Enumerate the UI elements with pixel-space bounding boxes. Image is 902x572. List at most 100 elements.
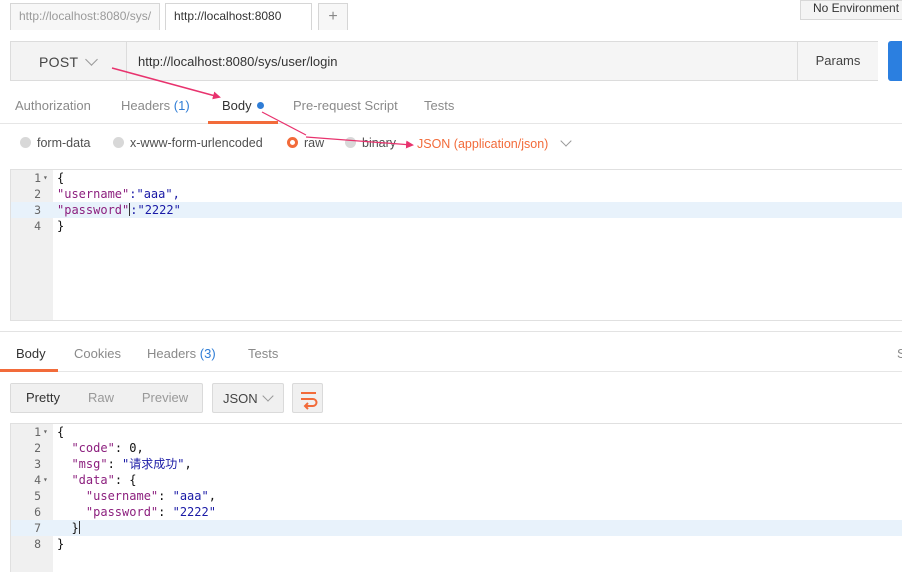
response-tabs: Body Cookies Headers (3) Tests S [0, 340, 902, 372]
radio-urlencoded-label: x-www-form-urlencoded [130, 136, 263, 150]
tab-prerequest-script[interactable]: Pre-request Script [293, 98, 398, 113]
code-line: 1 ▾ { [11, 170, 902, 186]
params-button[interactable]: Params [797, 42, 878, 80]
code-line: 6 "password": "2222" [11, 504, 902, 520]
json-key: "username" [57, 187, 130, 201]
headers-count-badge: (1) [173, 98, 190, 113]
response-type-dropdown[interactable]: JSON [212, 383, 284, 413]
radio-icon [20, 137, 31, 148]
json-key: "msg" [71, 457, 108, 471]
new-tab-button[interactable]: + [318, 3, 348, 30]
code-line: 2 "code": 0, [11, 440, 902, 456]
code-line: 1 ▾ { [11, 424, 902, 440]
tab-authorization[interactable]: Authorization [15, 98, 91, 113]
request-tab-strip: http://localhost:8080/sys/ http://localh… [0, 0, 902, 30]
response-headers-label: Headers [147, 346, 197, 361]
code-text: "password":"2222" [57, 202, 181, 218]
method-label: POST [39, 54, 79, 70]
fold-arrow-icon[interactable]: ▾ [43, 170, 48, 186]
json-key: "username" [85, 489, 159, 503]
line-number: 4 [34, 219, 41, 233]
response-divider [0, 331, 902, 332]
radio-form-data[interactable]: form-data [20, 136, 91, 150]
code-text: "code": 0, [71, 441, 144, 455]
json-value: :"aaa", [129, 187, 180, 201]
json-value: "2222" [172, 505, 216, 519]
response-tab-headers[interactable]: Headers (3) [147, 346, 216, 361]
tab-body[interactable]: Body [222, 98, 264, 113]
request-body-editor[interactable]: 1 ▾ { 2 "username":"aaa", 3 "password":"… [10, 169, 902, 321]
environment-selector[interactable]: No Environment [800, 0, 902, 20]
json-value: "aaa" [172, 489, 209, 503]
url-input[interactable] [127, 42, 797, 80]
response-body-viewer[interactable]: 1 ▾ { 2 "code": 0, 3 "msg": "请求成功", 4 ▾ … [10, 423, 902, 572]
json-brace: } [71, 521, 79, 535]
code-text: "username": "aaa", [85, 489, 216, 503]
tab-body-label: Body [222, 98, 252, 113]
radio-urlencoded[interactable]: x-www-form-urlencoded [113, 136, 263, 150]
url-bar: POST Params [10, 41, 878, 81]
line-number: 6 [34, 505, 41, 519]
json-key: "data" [71, 473, 115, 487]
format-preview-button[interactable]: Preview [127, 384, 203, 412]
send-button[interactable] [888, 41, 902, 81]
request-tab[interactable]: http://localhost:8080/sys/ [10, 3, 160, 30]
modified-dot-icon [256, 102, 264, 109]
content-type-dropdown[interactable]: JSON (application/json) [417, 135, 572, 151]
code-text: "username":"aaa", [57, 186, 180, 202]
line-number: 7 [34, 521, 41, 535]
body-mode-options: form-data x-www-form-urlencoded raw bina… [0, 124, 902, 166]
radio-selected-icon [287, 137, 298, 148]
chevron-down-icon [85, 53, 98, 66]
line-number: 4 [34, 473, 41, 487]
radio-raw-label: raw [304, 136, 325, 150]
response-tab-body[interactable]: Body [16, 346, 46, 361]
code-text: "msg": "请求成功", [71, 457, 192, 471]
radio-form-data-label: form-data [37, 136, 91, 150]
radio-icon [113, 137, 124, 148]
json-value: 0 [129, 441, 137, 455]
code-text: } [57, 219, 65, 233]
response-type-label: JSON [223, 391, 258, 406]
format-raw-button[interactable]: Raw [75, 384, 127, 412]
wrap-lines-icon [301, 392, 318, 410]
active-tab-underline [0, 369, 58, 372]
response-tab-tests[interactable]: Tests [248, 346, 278, 361]
response-headers-count-badge: (3) [199, 346, 216, 361]
code-text: { [57, 425, 65, 439]
line-number: 1 [34, 425, 41, 439]
code-line: 8 } [11, 536, 902, 552]
json-value: { [129, 473, 137, 487]
code-text: "password": "2222" [85, 505, 216, 519]
status-label: S [897, 346, 902, 361]
chevron-down-icon [560, 135, 572, 147]
line-number: 3 [34, 457, 41, 471]
code-line: 2 "username":"aaa", [11, 186, 902, 202]
radio-raw[interactable]: raw [287, 136, 324, 150]
code-line-active: 3 "password":"2222" [11, 202, 902, 218]
code-line: 5 "username": "aaa", [11, 488, 902, 504]
fold-arrow-icon[interactable]: ▾ [43, 472, 48, 488]
json-value: "请求成功" [122, 457, 185, 471]
method-selector[interactable]: POST [11, 42, 127, 80]
response-format-group: Pretty Raw Preview [10, 383, 203, 413]
json-key: "password" [57, 203, 130, 217]
response-tab-cookies[interactable]: Cookies [74, 346, 121, 361]
line-number: 5 [34, 489, 41, 503]
code-line: 4 ▾ "data": { [11, 472, 902, 488]
request-tabs: Authorization Headers (1) Body Pre-reque… [0, 92, 902, 124]
tab-headers-label: Headers [121, 98, 171, 113]
fold-arrow-icon[interactable]: ▾ [43, 424, 48, 440]
json-key: "code" [71, 441, 115, 455]
tab-headers[interactable]: Headers (1) [121, 98, 190, 113]
line-number: 8 [34, 537, 41, 551]
line-number: 2 [34, 187, 41, 201]
tab-tests[interactable]: Tests [424, 98, 454, 113]
code-text: "data": { [71, 473, 137, 487]
wrap-lines-button[interactable] [292, 383, 323, 413]
code-text: { [57, 171, 65, 185]
request-tab-active[interactable]: http://localhost:8080 [165, 3, 312, 30]
radio-binary[interactable]: binary [345, 136, 396, 150]
format-pretty-button[interactable]: Pretty [11, 384, 75, 412]
code-line-active: 7 } [11, 520, 902, 536]
